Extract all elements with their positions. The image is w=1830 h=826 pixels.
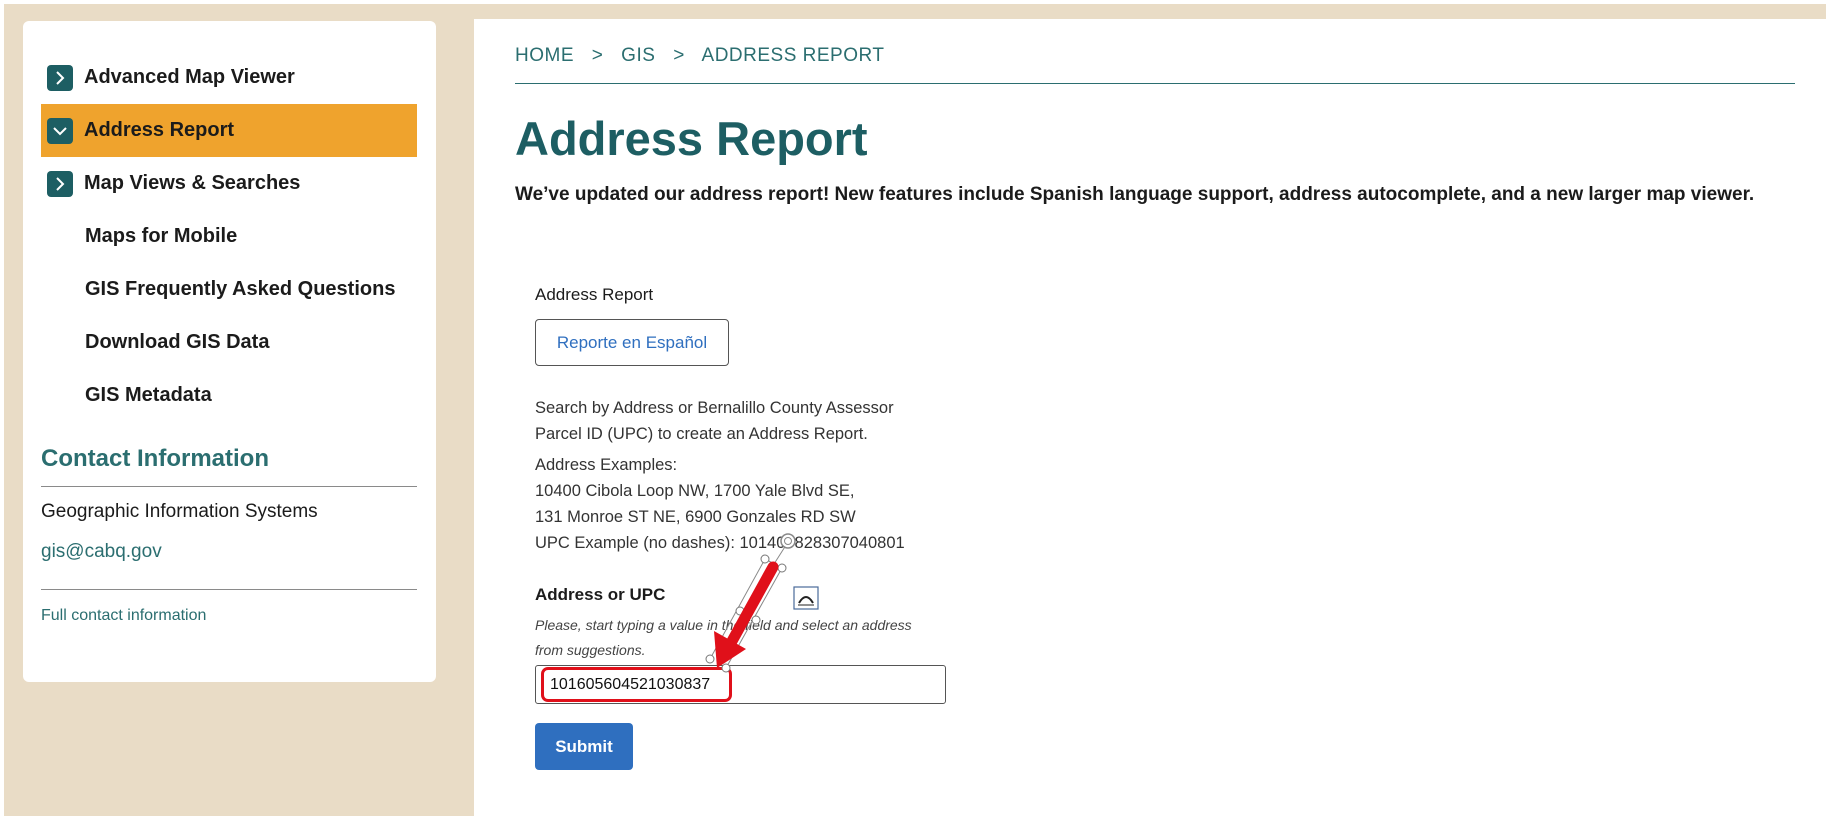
sidebar-item-label: Map Views & Searches: [84, 172, 301, 194]
address-upc-input[interactable]: [535, 665, 946, 704]
help-line: from suggestions.: [535, 642, 646, 658]
sidebar: Advanced Map Viewer Address Report Map V…: [23, 21, 436, 682]
sidebar-item-label: GIS Frequently Asked Questions: [85, 278, 396, 300]
upc-field-label: Address or UPC: [535, 585, 666, 604]
desc-line: 10400 Cibola Loop NW, 1700 Yale Blvd SE,: [535, 482, 855, 500]
contact-email-text: gis@cabq.gov: [41, 541, 162, 562]
sidebar-item-download-gis-data[interactable]: Download GIS Data: [41, 316, 417, 369]
desc-line: Parcel ID (UPC) to create an Address Rep…: [535, 425, 868, 443]
sidebar-item-advanced-map-viewer[interactable]: Advanced Map Viewer: [41, 51, 417, 104]
sidebar-item-label: GIS Metadata: [85, 384, 212, 406]
help-line: Please, start typing a value in the fiel…: [535, 617, 912, 633]
sidebar-item-gis-faq[interactable]: GIS Frequently Asked Questions: [41, 263, 417, 316]
page-title: Address Report: [515, 112, 868, 165]
sidebar-item-address-report[interactable]: Address Report: [41, 104, 417, 157]
upc-help-text: Please, start typing a value in the fiel…: [535, 613, 935, 663]
breadcrumb-separator: >: [591, 45, 604, 66]
breadcrumb-gis[interactable]: GIS: [621, 45, 655, 66]
sidebar-item-label: Maps for Mobile: [85, 225, 238, 247]
sidebar-item-map-views-searches[interactable]: Map Views & Searches: [41, 157, 417, 210]
chevron-right-icon: [47, 170, 73, 197]
desc-line: Address Examples:: [535, 456, 678, 474]
breadcrumb: HOME > GIS > ADDRESS REPORT: [515, 45, 1795, 84]
submit-button[interactable]: Submit: [535, 723, 633, 770]
chevron-right-icon: [47, 64, 73, 91]
sidebar-item-maps-for-mobile[interactable]: Maps for Mobile: [41, 210, 417, 263]
main-content: HOME > GIS > ADDRESS REPORT Address Repo…: [474, 19, 1826, 816]
lead-text: We’ve updated our address report! New fe…: [515, 184, 1755, 205]
contact-org: Geographic Information Systems: [41, 501, 318, 522]
spanish-report-button[interactable]: Reporte en Español: [535, 319, 729, 366]
anchor-icon: [793, 586, 819, 610]
breadcrumb-separator: >: [673, 45, 685, 66]
contact-email-link[interactable]: gis@cabq.gov: [41, 541, 417, 590]
breadcrumb-home[interactable]: HOME: [515, 45, 574, 66]
desc-line: UPC Example (no dashes): 101405828307040…: [535, 534, 905, 552]
sidebar-item-label: Address Report: [84, 119, 235, 141]
desc-line: 131 Monroe ST NE, 6900 Gonzales RD SW: [535, 508, 856, 526]
search-description: Search by Address or Bernalillo County A…: [535, 395, 935, 556]
sidebar-item-label: Advanced Map Viewer: [84, 66, 295, 88]
contact-title: Contact Information: [41, 445, 417, 487]
desc-line: Search by Address or Bernalillo County A…: [535, 399, 894, 417]
chevron-down-icon: [47, 117, 73, 144]
sidebar-item-label: Download GIS Data: [85, 331, 270, 353]
breadcrumb-current[interactable]: ADDRESS REPORT: [702, 45, 885, 66]
page-background: Advanced Map Viewer Address Report Map V…: [4, 4, 1826, 816]
form-section-label: Address Report: [535, 285, 654, 304]
sidebar-item-gis-metadata[interactable]: GIS Metadata: [41, 369, 417, 422]
full-contact-link[interactable]: Full contact information: [41, 607, 417, 625]
